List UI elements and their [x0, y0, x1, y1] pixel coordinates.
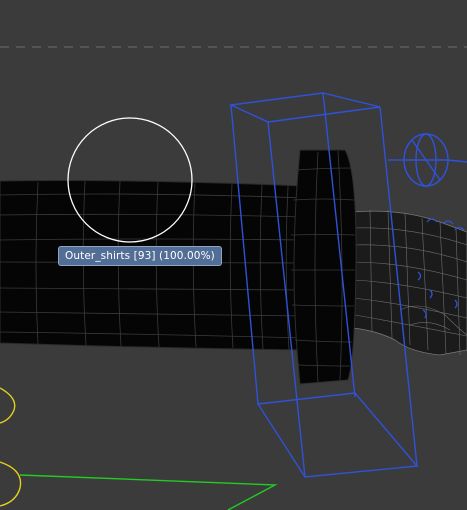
hand-mesh[interactable]	[351, 209, 467, 356]
cuff-mesh[interactable]	[290, 149, 357, 385]
3d-viewport[interactable]: Outer_shirts [93] (100.00%)	[0, 0, 467, 510]
bone-gizmo-icon[interactable]	[388, 133, 467, 187]
green-control-curve[interactable]	[19, 474, 278, 510]
yellow-control-curve[interactable]	[0, 387, 22, 507]
tooltip-label: Outer_shirts [93] (100.00%)	[65, 250, 215, 262]
object-tooltip: Outer_shirts [93] (100.00%)	[58, 246, 222, 266]
